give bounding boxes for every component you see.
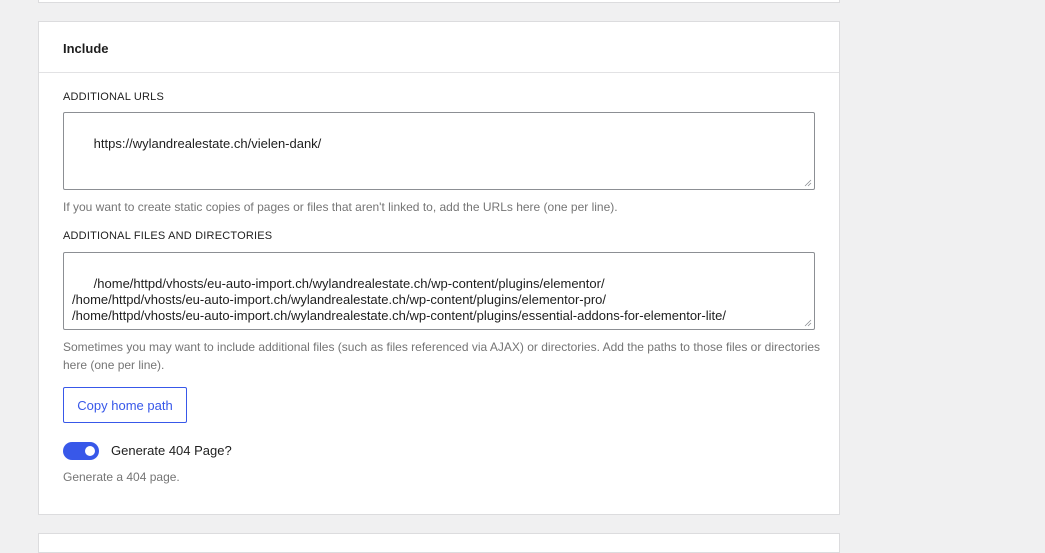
generate-404-help: Generate a 404 page. xyxy=(63,470,180,484)
additional-urls-help: If you want to create static copies of p… xyxy=(63,200,618,214)
additional-files-help: Sometimes you may want to include additi… xyxy=(63,340,821,372)
previous-card xyxy=(38,0,840,3)
copy-home-path-button[interactable]: Copy home path xyxy=(63,387,187,423)
additional-urls-value: https://wylandrealestate.ch/vielen-dank/ xyxy=(93,136,322,151)
additional-files-value: /home/httpd/vhosts/eu-auto-import.ch/wyl… xyxy=(72,276,726,323)
card-title: Include xyxy=(39,22,839,73)
additional-urls-textarea[interactable]: https://wylandrealestate.ch/vielen-dank/ xyxy=(63,112,815,190)
generate-404-label[interactable]: Generate 404 Page? xyxy=(111,443,232,458)
include-settings-card: Include ADDITIONAL URLS https://wylandre… xyxy=(38,21,840,515)
generate-404-toggle[interactable] xyxy=(63,442,99,460)
additional-files-textarea[interactable]: /home/httpd/vhosts/eu-auto-import.ch/wyl… xyxy=(63,252,815,330)
resize-handle-icon[interactable] xyxy=(804,319,812,327)
next-card xyxy=(38,533,840,553)
resize-handle-icon[interactable] xyxy=(804,179,812,187)
additional-urls-label: ADDITIONAL URLS xyxy=(63,91,165,103)
toggle-knob xyxy=(85,446,95,456)
additional-files-label: ADDITIONAL FILES AND DIRECTORIES xyxy=(63,230,273,242)
